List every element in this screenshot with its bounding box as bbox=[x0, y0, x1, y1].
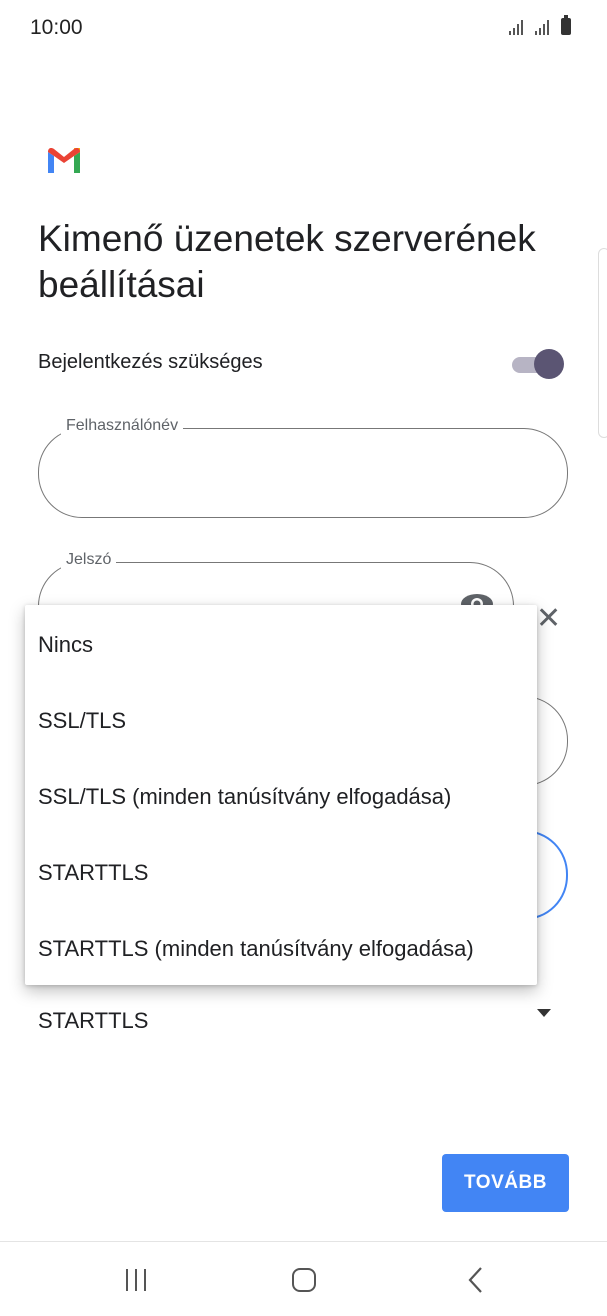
signal-icon bbox=[509, 19, 527, 35]
username-label: Felhasználónév bbox=[61, 417, 184, 435]
menu-item-none[interactable]: Nincs bbox=[25, 607, 537, 683]
menu-item-ssl-tls-accept-all[interactable]: SSL/TLS (minden tanúsítvány elfogadása) bbox=[25, 759, 537, 835]
signal-icon-2 bbox=[535, 19, 553, 35]
nav-divider bbox=[0, 1241, 607, 1242]
menu-item-starttls[interactable]: STARTTLS bbox=[25, 835, 537, 911]
gmail-logo bbox=[48, 148, 80, 173]
signin-required-row[interactable]: Bejelentkezés szükséges bbox=[38, 345, 568, 385]
status-icons bbox=[509, 15, 571, 35]
toggle-thumb bbox=[534, 349, 564, 379]
scrollbar[interactable] bbox=[598, 248, 607, 438]
password-label: Jelszó bbox=[61, 551, 117, 569]
navigation-bar bbox=[0, 1250, 607, 1310]
menu-item-starttls-accept-all[interactable]: STARTTLS (minden tanúsítvány elfogadása) bbox=[25, 911, 537, 987]
page-title: Kimenő üzenetek szerverének beállításai bbox=[38, 218, 536, 305]
screen: 10:00 Kimenő üzenetek szerverének beállí… bbox=[0, 0, 607, 1316]
close-icon[interactable]: ✕ bbox=[536, 604, 561, 634]
recent-apps-icon[interactable] bbox=[124, 1269, 148, 1291]
next-button[interactable]: TOVÁBB bbox=[442, 1154, 569, 1212]
dropdown-arrow-icon[interactable] bbox=[537, 1009, 551, 1017]
battery-icon bbox=[561, 15, 571, 35]
signin-required-label: Bejelentkezés szükséges bbox=[38, 351, 263, 373]
status-time: 10:00 bbox=[30, 16, 83, 39]
security-type-menu: Nincs SSL/TLS SSL/TLS (minden tanúsítván… bbox=[25, 605, 537, 985]
menu-item-ssl-tls[interactable]: SSL/TLS bbox=[25, 683, 537, 759]
signin-required-toggle[interactable] bbox=[512, 349, 564, 379]
home-icon[interactable] bbox=[292, 1268, 316, 1292]
back-icon[interactable] bbox=[466, 1266, 486, 1294]
security-type-select[interactable]: STARTTLS bbox=[38, 1008, 148, 1034]
username-field[interactable]: Felhasználónév bbox=[38, 417, 568, 518]
